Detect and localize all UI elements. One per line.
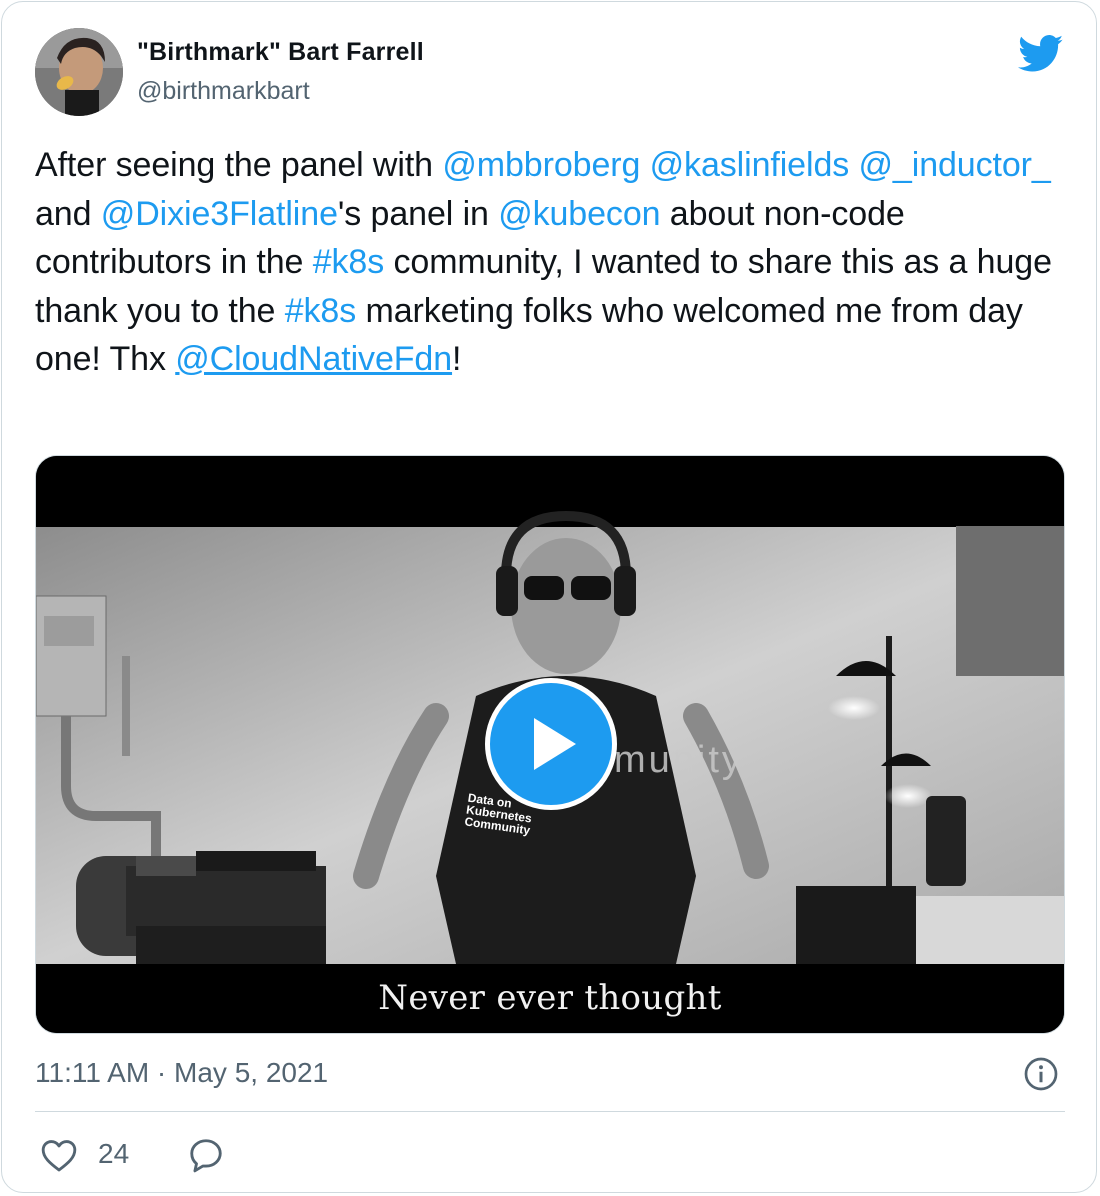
mention-link[interactable]: @_inductor_ — [859, 146, 1051, 184]
background-wall-text: munity — [614, 739, 744, 781]
author-handle[interactable]: @birthmarkbart — [137, 77, 310, 106]
play-button[interactable] — [485, 678, 617, 810]
heart-icon[interactable] — [40, 1137, 78, 1173]
mention-link[interactable]: @kaslinfields — [650, 146, 850, 184]
tweet-timestamp[interactable]: 11:11 AM · May 5, 2021 — [35, 1057, 328, 1089]
tweet-text-segment — [640, 146, 649, 184]
avatar[interactable] — [35, 28, 123, 116]
hashtag-link[interactable]: #k8s — [313, 243, 385, 281]
video-caption: Never ever thought — [378, 978, 722, 1018]
mention-link[interactable]: @mbbroberg — [442, 146, 640, 184]
divider — [35, 1111, 1065, 1112]
video-player[interactable]: munity Data on Kubernetes Community Neve… — [35, 455, 1065, 1034]
tweet-text-segment — [849, 146, 858, 184]
author-name[interactable]: "Birthmark" Bart Farrell — [137, 38, 424, 67]
reply-bubble-icon[interactable] — [187, 1136, 225, 1174]
like-count: 24 — [98, 1138, 130, 1169]
twitter-bird-icon[interactable] — [1017, 35, 1065, 73]
play-icon — [534, 718, 576, 770]
tweet-text-segment: ! — [452, 340, 462, 378]
tweet-text: After seeing the panel with @mbbroberg @… — [35, 141, 1065, 384]
info-icon[interactable] — [1023, 1056, 1059, 1092]
tweet-text-segment: and — [35, 194, 101, 233]
mention-link[interactable]: @Dixie3Flatline — [101, 195, 338, 233]
hashtag-link[interactable]: #k8s — [285, 292, 357, 330]
avatar-image — [35, 28, 123, 116]
tweet-text-segment: After seeing the panel with — [35, 146, 443, 184]
mention-link[interactable]: @CloudNativeFdn — [175, 340, 452, 378]
tweet-text-segment: 's panel in — [337, 194, 499, 233]
mention-link[interactable]: @kubecon — [498, 195, 660, 233]
